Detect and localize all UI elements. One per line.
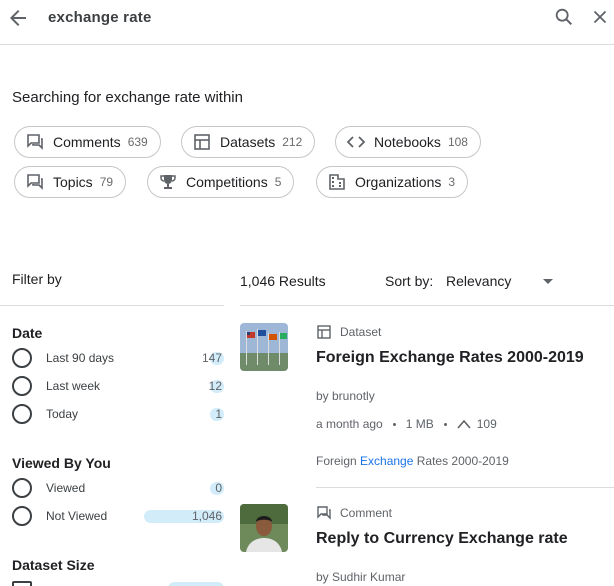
back-arrow-icon[interactable] (6, 6, 30, 30)
count-bar (168, 582, 224, 586)
chip-notebooks[interactable]: Notebooks 108 (335, 126, 481, 158)
divider (240, 305, 614, 306)
search-icon[interactable] (553, 6, 575, 28)
forum-icon (25, 172, 45, 192)
comment-icon (25, 132, 45, 152)
building-icon (327, 172, 347, 192)
separator-dot (443, 422, 447, 426)
checkbox[interactable] (12, 581, 32, 586)
filter-group-dataset-size: Dataset Size (12, 557, 95, 573)
search-scope-text: Searching for exchange rate within (12, 89, 243, 106)
comment-icon (316, 505, 332, 521)
sort-label: Sort by: (385, 273, 434, 289)
result-snippet: Foreign Exchange Rates 2000-2019 (316, 454, 509, 468)
filter-title: Filter by (12, 271, 62, 287)
filter-option-viewed[interactable]: Viewed 0 (12, 478, 224, 498)
separator-dot (392, 422, 396, 426)
search-result[interactable]: Comment Reply to Currency Exchange rate … (240, 504, 614, 586)
filter-option-not-viewed[interactable]: Not Viewed 1,046 (12, 506, 224, 526)
caret-down-icon[interactable] (543, 279, 553, 284)
divider (316, 487, 614, 488)
search-result[interactable]: Dataset Foreign Exchange Rates 2000-2019… (240, 323, 614, 483)
close-icon[interactable] (589, 6, 611, 28)
chip-datasets[interactable]: Datasets 212 (181, 126, 316, 158)
filter-group-viewed: Viewed By You (12, 455, 111, 471)
divider (0, 305, 224, 306)
results-count: 1,046 Results (240, 273, 326, 289)
upvote-icon[interactable] (457, 418, 471, 430)
chip-organizations[interactable]: Organizations 3 (316, 166, 469, 198)
result-meta: a month ago 1 MB 109 (316, 417, 497, 431)
result-title[interactable]: Reply to Currency Exchange rate (316, 530, 568, 548)
trophy-icon (158, 172, 178, 192)
dataset-thumbnail (240, 323, 288, 371)
avatar (240, 504, 288, 552)
radio-button[interactable] (12, 478, 32, 498)
result-type: Comment (316, 505, 392, 521)
table-icon (192, 132, 212, 152)
radio-button[interactable] (12, 348, 32, 368)
radio-button[interactable] (12, 376, 32, 396)
search-bar: exchange rate (0, 0, 614, 45)
filter-option-last-90-days[interactable]: Last 90 days 147 (12, 348, 224, 368)
radio-button[interactable] (12, 506, 32, 526)
table-icon (316, 324, 332, 340)
chip-competitions[interactable]: Competitions 5 (147, 166, 295, 198)
filter-group-date: Date (12, 325, 43, 341)
code-icon (346, 132, 366, 152)
search-input[interactable]: exchange rate (48, 9, 151, 26)
chip-topics[interactable]: Topics 79 (14, 166, 127, 198)
result-title[interactable]: Foreign Exchange Rates 2000-2019 (316, 349, 584, 367)
filter-option-today[interactable]: Today 1 (12, 404, 224, 424)
filter-option-last-week[interactable]: Last week 12 (12, 376, 224, 396)
sort-dropdown[interactable]: Relevancy (446, 273, 511, 289)
result-author[interactable]: by Sudhir Kumar (316, 570, 405, 584)
result-author[interactable]: by brunotly (316, 389, 375, 403)
result-type: Dataset (316, 324, 381, 340)
chip-comments[interactable]: Comments 639 (14, 126, 161, 158)
radio-button[interactable] (12, 404, 32, 424)
